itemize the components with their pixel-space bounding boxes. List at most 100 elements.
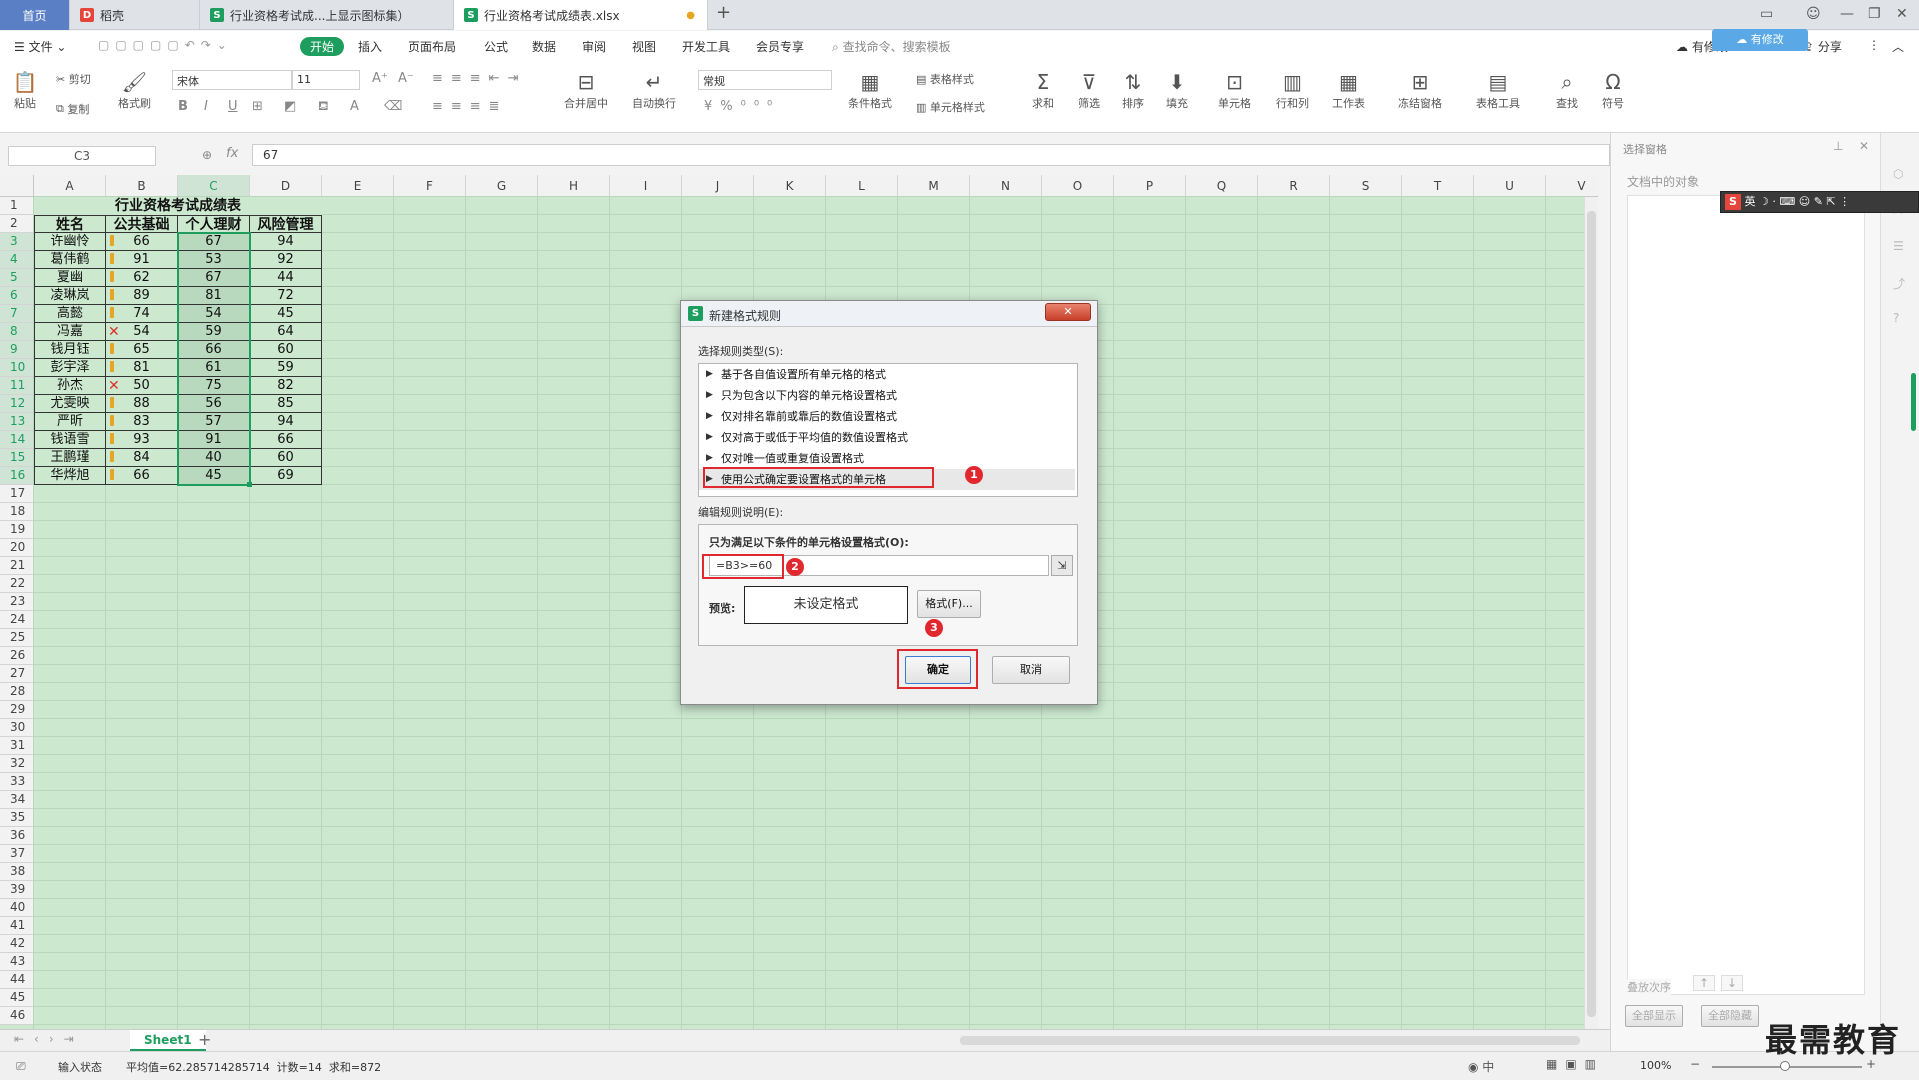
row-header-17[interactable]: 17 — [0, 485, 34, 503]
row-header-32[interactable]: 32 — [0, 755, 34, 773]
row-header-12[interactable]: 12 — [0, 395, 34, 413]
view-mode-icons[interactable]: ▦▣▥ — [1546, 1057, 1604, 1071]
table-style-button[interactable]: ▤ 表格样式 — [916, 71, 974, 87]
close-window-icon[interactable]: ✕ — [1896, 6, 1908, 22]
rule-item-average[interactable]: ▶ 仅对高于或低于平均值的数值设置格式 — [699, 427, 1075, 448]
share-doc-icon[interactable]: ⤴ — [1893, 275, 1905, 292]
column-header-p[interactable]: P — [1114, 175, 1186, 197]
row-col-button[interactable]: ▥ 行和列 — [1276, 69, 1309, 111]
cell-personal-finance[interactable]: 81 — [178, 287, 250, 305]
row-header-22[interactable]: 22 — [0, 575, 34, 593]
tab-data[interactable]: 数据 — [532, 38, 556, 55]
tab-doc-2[interactable]: S 行业资格考试成绩表.xlsx ● — [454, 0, 708, 30]
sheet-tab-sheet1[interactable]: Sheet1 — [130, 1030, 206, 1051]
rule-item-top-bottom[interactable]: ▶ 仅对排名靠前或靠后的数值设置格式 — [699, 406, 1075, 427]
hide-all-button[interactable]: 全部隐藏 — [1701, 1005, 1759, 1027]
row-header-4[interactable]: 4 — [0, 251, 34, 269]
freeze-panes-button[interactable]: ⊞ 冻结窗格 — [1398, 69, 1442, 111]
cell-personal-finance[interactable]: 61 — [178, 359, 250, 377]
row-header-15[interactable]: 15 — [0, 449, 34, 467]
row-header-35[interactable]: 35 — [0, 809, 34, 827]
quick-access-icons[interactable]: ▢▢▢▢▢↶↷⌄ — [98, 38, 233, 52]
table-tools-button[interactable]: ▤ 表格工具 — [1476, 69, 1520, 111]
minimize-icon[interactable]: — — [1840, 6, 1854, 22]
row-header-1[interactable]: 1 — [0, 197, 34, 215]
row-header-36[interactable]: 36 — [0, 827, 34, 845]
tab-review[interactable]: 审阅 — [582, 38, 606, 55]
cell-name[interactable]: 严昕 — [34, 413, 106, 431]
tab-developer[interactable]: 开发工具 — [682, 38, 730, 55]
column-header-e[interactable]: E — [322, 175, 394, 197]
cancel-button[interactable]: 取消 — [992, 656, 1070, 684]
bold-icon[interactable]: B — [178, 99, 188, 114]
ok-button[interactable]: 确定 — [905, 656, 971, 684]
column-header-i[interactable]: I — [610, 175, 682, 197]
table-header-2[interactable]: 个人理财 — [178, 215, 250, 233]
font-size-select[interactable]: 11 — [292, 70, 360, 90]
font-grow-icon[interactable]: A⁺ — [372, 71, 388, 86]
cell-risk-mgmt[interactable]: 82 — [250, 377, 322, 395]
object-list[interactable] — [1627, 195, 1865, 995]
table-header-0[interactable]: 姓名 — [34, 215, 106, 233]
column-header-l[interactable]: L — [826, 175, 898, 197]
tab-member[interactable]: 会员专享 — [756, 38, 804, 55]
row-header-24[interactable]: 24 — [0, 611, 34, 629]
filter-button[interactable]: ⊽ 筛选 — [1076, 69, 1102, 111]
formula-input[interactable]: 67 — [252, 144, 1610, 166]
cell-risk-mgmt[interactable]: 60 — [250, 449, 322, 467]
dialog-close-button[interactable]: ✕ — [1045, 303, 1091, 321]
cell-personal-finance[interactable]: 91 — [178, 431, 250, 449]
cell-name[interactable]: 高懿 — [34, 305, 106, 323]
cell-personal-finance[interactable]: 67 — [178, 269, 250, 287]
row-header-20[interactable]: 20 — [0, 539, 34, 557]
window-count-icon[interactable]: ▭ — [1760, 6, 1773, 22]
table-title[interactable]: 行业资格考试成绩表 — [34, 197, 322, 215]
cell-public-basic[interactable]: 66 — [106, 233, 178, 251]
eye-protect-icon[interactable]: ◉ 中 — [1468, 1058, 1494, 1075]
tab-insert[interactable]: 插入 — [358, 38, 382, 55]
column-header-k[interactable]: K — [754, 175, 826, 197]
row-header-43[interactable]: 43 — [0, 953, 34, 971]
format-painter-button[interactable]: 🖌 格式刷 — [118, 69, 151, 111]
sidebar-tool-icon[interactable]: ⬡ — [1893, 167, 1903, 181]
pin-icon[interactable]: ⊥ — [1833, 139, 1843, 153]
row-header-21[interactable]: 21 — [0, 557, 34, 575]
row-header-9[interactable]: 9 — [0, 341, 34, 359]
cell-name[interactable]: 钱月钰 — [34, 341, 106, 359]
cell-personal-finance[interactable]: 67 — [178, 233, 250, 251]
cell-risk-mgmt[interactable]: 59 — [250, 359, 322, 377]
number-format-select[interactable]: 常规 — [698, 70, 832, 90]
cell-personal-finance[interactable]: 56 — [178, 395, 250, 413]
column-header-h[interactable]: H — [538, 175, 610, 197]
help-icon[interactable]: ? — [1893, 311, 1899, 325]
select-all-corner[interactable] — [0, 175, 34, 197]
cell-name[interactable]: 冯嘉 — [34, 323, 106, 341]
cell-name[interactable]: 钱语雪 — [34, 431, 106, 449]
column-header-f[interactable]: F — [394, 175, 466, 197]
move-down-icon[interactable]: ↓ — [1721, 975, 1744, 991]
cell-public-basic[interactable]: 81 — [106, 359, 178, 377]
cell-name[interactable]: 彭宇泽 — [34, 359, 106, 377]
column-header-o[interactable]: O — [1042, 175, 1114, 197]
font-name-select[interactable]: 宋体 — [172, 70, 292, 90]
italic-icon[interactable]: I — [204, 99, 208, 114]
row-header-11[interactable]: 11 — [0, 377, 34, 395]
font-color-icon[interactable]: A — [350, 99, 359, 114]
name-box[interactable]: C3 — [8, 146, 156, 166]
row-header-37[interactable]: 37 — [0, 845, 34, 863]
more-icon[interactable]: ⋮ — [1868, 38, 1880, 52]
close-pane-icon[interactable]: ✕ — [1859, 139, 1869, 153]
column-header-b[interactable]: B — [106, 175, 178, 197]
sort-button[interactable]: ⇅ 排序 — [1120, 69, 1146, 111]
cell-public-basic[interactable]: 89 — [106, 287, 178, 305]
tab-page-layout[interactable]: 页面布局 — [408, 38, 456, 55]
cell-risk-mgmt[interactable]: 45 — [250, 305, 322, 323]
symbol-button[interactable]: Ω 符号 — [1600, 69, 1626, 111]
row-header-2[interactable]: 2 — [0, 215, 34, 233]
column-header-n[interactable]: N — [970, 175, 1042, 197]
cell-risk-mgmt[interactable]: 85 — [250, 395, 322, 413]
worksheet-button[interactable]: ▦ 工作表 — [1332, 69, 1365, 111]
wrap-text-button[interactable]: ↵ 自动换行 — [632, 69, 676, 111]
cell-risk-mgmt[interactable]: 60 — [250, 341, 322, 359]
row-header-18[interactable]: 18 — [0, 503, 34, 521]
